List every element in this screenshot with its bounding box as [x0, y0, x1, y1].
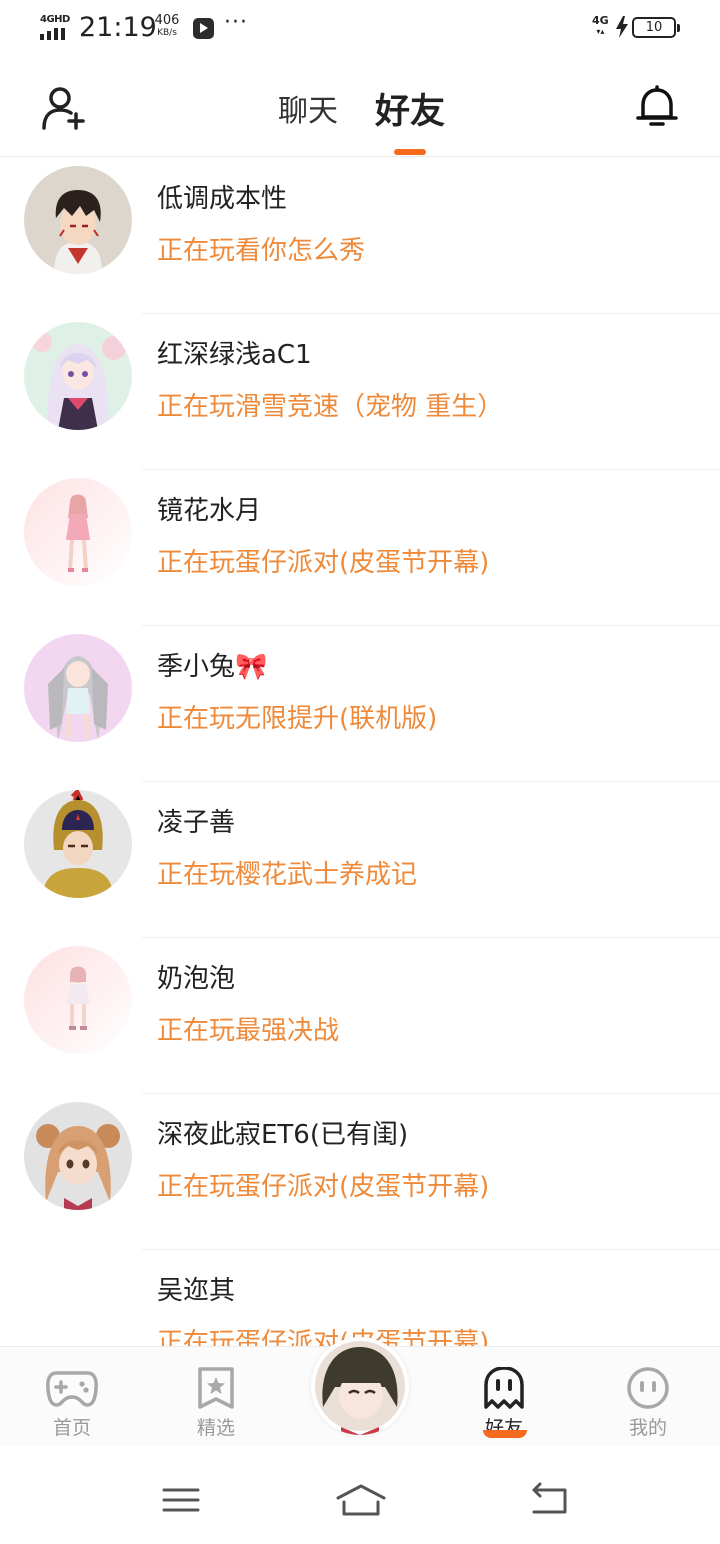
gamepad-icon: [46, 1371, 98, 1407]
friend-status: 正在玩蛋仔派对(皮蛋节开幕): [157, 548, 490, 578]
mobile-data-icon: 4G ▾▴: [592, 14, 609, 36]
nav-featured[interactable]: 精选: [156, 1347, 276, 1447]
friend-item[interactable]: 凌子善 正在玩樱花武士养成记: [0, 782, 720, 938]
ghost-icon: [484, 1367, 524, 1409]
add-friend-icon[interactable]: [40, 86, 90, 130]
center-avatar-button[interactable]: [311, 1337, 409, 1435]
friend-avatar[interactable]: [24, 946, 132, 1054]
nav-home[interactable]: 首页: [12, 1347, 132, 1447]
friend-name: 凌子善: [157, 808, 236, 838]
friend-name: 低调成本性: [157, 184, 288, 214]
friend-avatar[interactable]: [24, 166, 132, 274]
friend-status: 正在玩蛋仔派对(皮蛋节开幕): [157, 1172, 490, 1202]
clock: 21:19: [79, 12, 157, 43]
friend-status: 正在玩最强决战: [157, 1016, 340, 1046]
friend-name: 深夜此寂ET6(已有闺): [157, 1120, 409, 1150]
more-notifications: ···: [224, 10, 248, 35]
friend-item[interactable]: 镜花水月 正在玩蛋仔派对(皮蛋节开幕): [0, 470, 720, 626]
signal-icon: 4GHD: [40, 14, 72, 40]
friend-name: 奶泡泡: [157, 964, 236, 994]
friend-avatar[interactable]: [24, 790, 132, 898]
battery-icon: 10: [632, 17, 680, 38]
friend-status: 正在玩看你怎么秀: [157, 236, 366, 266]
friend-status: 正在玩蛋仔派对(皮蛋节开幕): [157, 1328, 490, 1346]
friend-status: 正在玩滑雪竞速（宠物 重生）: [157, 392, 504, 422]
system-nav-bar: [0, 1446, 720, 1544]
status-bar: 4GHD 21:19 406 KB/s ··· 4G ▾▴ 10: [0, 0, 720, 56]
nav-featured-label: 精选: [196, 1417, 235, 1439]
friend-item[interactable]: 奶泡泡 正在玩最强决战: [0, 938, 720, 1094]
network-speed: 406 KB/s: [154, 13, 180, 38]
active-nav-indicator: [483, 1430, 527, 1438]
friend-avatar[interactable]: [24, 322, 132, 430]
star-bookmark-icon: [198, 1367, 234, 1409]
menu-icon[interactable]: [157, 1482, 207, 1518]
friend-name: 红深绿浅aC1: [157, 340, 312, 370]
nav-mine[interactable]: 我的: [588, 1347, 708, 1447]
friend-item[interactable]: 深夜此寂ET6(已有闺) 正在玩蛋仔派对(皮蛋节开幕): [0, 1094, 720, 1250]
network-type: 4GHD: [40, 14, 70, 25]
friend-status: 正在玩樱花武士养成记: [157, 860, 418, 890]
friend-item[interactable]: 季小兔🎀 正在玩无限提升(联机版): [0, 626, 720, 782]
top-header: 聊天 好友: [0, 56, 720, 157]
friend-list: 低调成本性 正在玩看你怎么秀 红深绿浅aC1 正在玩滑雪竞速（宠物 重生） 镜花…: [0, 158, 720, 1346]
friend-item[interactable]: 红深绿浅aC1 正在玩滑雪竞速（宠物 重生）: [0, 314, 720, 470]
friend-name: 季小兔🎀: [157, 652, 268, 682]
nav-mine-label: 我的: [628, 1417, 667, 1439]
home-icon[interactable]: [336, 1482, 386, 1518]
video-app-icon: [193, 18, 214, 39]
smiley-icon: [627, 1367, 669, 1409]
active-tab-indicator: [394, 149, 426, 155]
charging-icon: [616, 16, 628, 38]
tab-chat[interactable]: 聊天: [278, 86, 338, 130]
friend-name: 镜花水月: [157, 496, 262, 526]
nav-home-label: 首页: [52, 1417, 91, 1439]
friend-item[interactable]: 低调成本性 正在玩看你怎么秀: [0, 158, 720, 314]
friend-avatar[interactable]: [24, 634, 132, 742]
friend-avatar[interactable]: [24, 1102, 132, 1210]
tab-friends[interactable]: 好友: [375, 83, 445, 134]
friend-status: 正在玩无限提升(联机版): [157, 704, 438, 734]
friend-name: 吴迩其: [157, 1276, 236, 1306]
friend-avatar[interactable]: [24, 478, 132, 586]
bell-icon[interactable]: [634, 84, 680, 130]
friend-item[interactable]: 吴迩其 正在玩蛋仔派对(皮蛋节开幕): [0, 1250, 720, 1346]
back-icon[interactable]: [527, 1482, 577, 1518]
